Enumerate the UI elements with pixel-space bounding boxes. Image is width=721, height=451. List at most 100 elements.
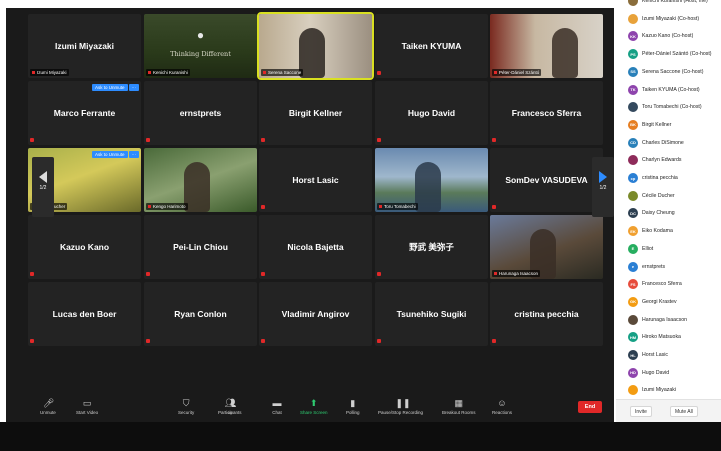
participant-label-text: Péter-Dániel Szántó (499, 70, 540, 75)
more-options-button[interactable]: ··· (128, 151, 139, 158)
muted-mic-icon (146, 138, 150, 142)
participant-list-item[interactable]: PS Péter-Dániel Szántó (Co-host) (628, 47, 711, 61)
more-options-button[interactable]: ··· (128, 84, 139, 91)
pause-stop-recording-button[interactable]: ❚❚ Pause/Stop Recording (378, 398, 423, 415)
avatar (628, 0, 638, 6)
participant-list-item[interactable]: Toru Tomabechi (Co-host) (628, 100, 702, 114)
avatar: E (628, 243, 638, 254)
reactions-button[interactable]: ☺︎ Reactions (492, 398, 512, 415)
avatar: DC (628, 208, 638, 219)
video-tile[interactable]: Kengo Harimoto (144, 148, 257, 212)
participant-list-item[interactable]: Izumi Miyazaki (628, 383, 676, 397)
participant-label-text: Kenichi Kuranishi (153, 70, 188, 75)
participant-list-item[interactable]: SS Serena Saccone (Co-host) (628, 65, 703, 79)
video-tile[interactable]: Taiken KYUMA (375, 14, 488, 78)
participant-name: Nicola Bajetta (287, 242, 344, 252)
video-tile[interactable]: Marco Ferrante Ask to Unmute ··· (28, 81, 141, 145)
participant-list-item[interactable]: HL Horst Lasic (628, 348, 668, 362)
participant-list-name: Georgi Krastev (642, 298, 677, 305)
participant-list-item[interactable]: Kenichi Kuranishi (Host, me) (628, 0, 708, 8)
start-video-button[interactable]: ▭ Start Video (76, 398, 98, 415)
participant-list-name: Kazuo Kano (Co-host) (642, 33, 694, 40)
participant-list-item[interactable]: Cécile Ducher (628, 189, 675, 203)
participant-list-name: Izumi Miyazaki (642, 387, 677, 394)
participant-list-item[interactable]: CD Charles DiSimone (628, 136, 684, 150)
participant-list-item[interactable]: BK Birgit Kellner (628, 118, 671, 132)
participant-list-item[interactable]: EK Eiko Kodama (628, 224, 673, 238)
pause-stop-icon: ❚❚ (395, 398, 411, 408)
avatar: PS (628, 49, 638, 60)
participant-name: Francesco Sferra (511, 108, 582, 118)
video-tile[interactable]: Toru Tomabechi (375, 148, 488, 212)
ask-to-unmute-button[interactable]: Ask to Unmute (91, 151, 128, 158)
participant-list-name: Eiko Kodama (642, 228, 673, 235)
participant-name: Marco Ferrante (53, 108, 116, 118)
prev-page-button[interactable]: 1/2 (32, 157, 54, 217)
participant-list-item[interactable]: KK Kazuo Kano (Co-host) (628, 29, 693, 43)
participant-label: Harunaga Isaacson (492, 270, 541, 277)
page-indicator-right: 1/2 (599, 185, 607, 191)
participant-list-item[interactable]: Harunaga Isaacson (628, 313, 687, 327)
participant-list-item[interactable]: Izumi Miyazaki (Co-host) (628, 12, 699, 26)
participant-list-name: ernstprets (642, 263, 666, 270)
video-tile[interactable]: Pei-Lin Chiou (144, 215, 257, 279)
chat-button[interactable]: ▬ Chat (272, 398, 282, 415)
video-tile[interactable]: Péter-Dániel Szántó (490, 14, 603, 78)
muted-mic-icon (494, 272, 497, 275)
share-screen-button[interactable]: ⬆︎ Share Screen (300, 398, 328, 415)
end-meeting-button[interactable]: End (578, 401, 602, 413)
video-tile[interactable]: Izumi Miyazaki Izumi Miyazaki (28, 14, 141, 78)
muted-mic-icon (379, 205, 382, 208)
video-tile[interactable]: Nicola Bajetta (259, 215, 372, 279)
person-silhouette (552, 28, 578, 78)
video-tile[interactable]: Horst Lasic (259, 148, 372, 212)
video-tile[interactable]: 野武 美弥子 (375, 215, 488, 279)
video-tile[interactable]: Hugo David (375, 81, 488, 145)
video-tile[interactable]: Ryan Conlon (144, 282, 257, 346)
video-tile[interactable]: Vladimir Angirov (259, 282, 372, 346)
participant-list-item[interactable]: HD Hugo David (628, 366, 669, 380)
participant-list-item[interactable]: e ernstprets (628, 260, 665, 274)
security-button[interactable]: ⛉ Security (178, 398, 194, 415)
avatar: e (628, 261, 638, 272)
participant-list-name: Taiken KYUMA (Co-host) (642, 86, 700, 93)
mute-all-button[interactable]: Mute All (670, 406, 698, 417)
breakout-rooms-button[interactable]: ▦ Breakout Rooms (442, 398, 476, 415)
start-video-label: Start Video (76, 410, 99, 415)
video-tile[interactable]: Kazuo Kano (28, 215, 141, 279)
video-tile[interactable]: Francesco Sferra (490, 81, 603, 145)
video-tile[interactable]: Birgit Kellner (259, 81, 372, 145)
participant-label: Toru Tomabechi (377, 203, 418, 210)
participant-list-item[interactable]: TK Taiken KYUMA (Co-host) (628, 83, 700, 97)
video-tile[interactable]: Lucas den Boer (28, 282, 141, 346)
video-tile[interactable]: Serena Saccone (257, 12, 374, 80)
video-tile[interactable]: cristina pecchia (490, 282, 603, 346)
participant-list-item[interactable]: cp cristina pecchia (628, 171, 678, 185)
unmute-button[interactable]: 🎤︎ Unmute (40, 398, 56, 415)
participant-list-item[interactable]: FS Francesco Sferra (628, 277, 682, 291)
chat-label: Chat (272, 410, 282, 415)
video-tile[interactable]: Tsunehiko Sugiki (375, 282, 488, 346)
invite-button[interactable]: Invite (630, 406, 652, 417)
participant-list-item[interactable]: HM Hiroko Matsuoka (628, 330, 681, 344)
participant-list-item[interactable]: GK Georgi Krastev (628, 295, 677, 309)
avatar (628, 314, 638, 325)
next-page-button[interactable]: 1/2 (592, 157, 614, 217)
participant-label-text: Izumi Miyazaki (37, 70, 67, 75)
screen: Izumi Miyazaki Izumi Miyazaki ● Thinking Di… (0, 0, 721, 451)
participant-list-item[interactable]: Charlyn Edwards (628, 153, 682, 167)
ask-to-unmute-button[interactable]: Ask to Unmute (91, 84, 128, 91)
polling-label: Polling (346, 410, 360, 415)
video-tile[interactable]: Harunaga Isaacson (490, 215, 603, 279)
video-tile[interactable]: ● Thinking Different Kenichi Kuranishi (144, 14, 257, 78)
avatar: TK (628, 84, 638, 95)
video-tile[interactable]: ernstprets (144, 81, 257, 145)
video-tile[interactable]: SomDev VASUDEVA (490, 148, 603, 212)
participant-name: ernstprets (179, 108, 222, 118)
participants-button[interactable]: 👥︎40 Participants (218, 398, 242, 415)
participant-list-item[interactable]: E Elliot (628, 242, 653, 256)
participant-list-item[interactable]: DC Daisy Cheung (628, 206, 675, 220)
participant-label: Kengo Harimoto (146, 203, 188, 210)
polling-button[interactable]: ▮ Polling (346, 398, 360, 415)
muted-mic-icon (32, 71, 35, 74)
